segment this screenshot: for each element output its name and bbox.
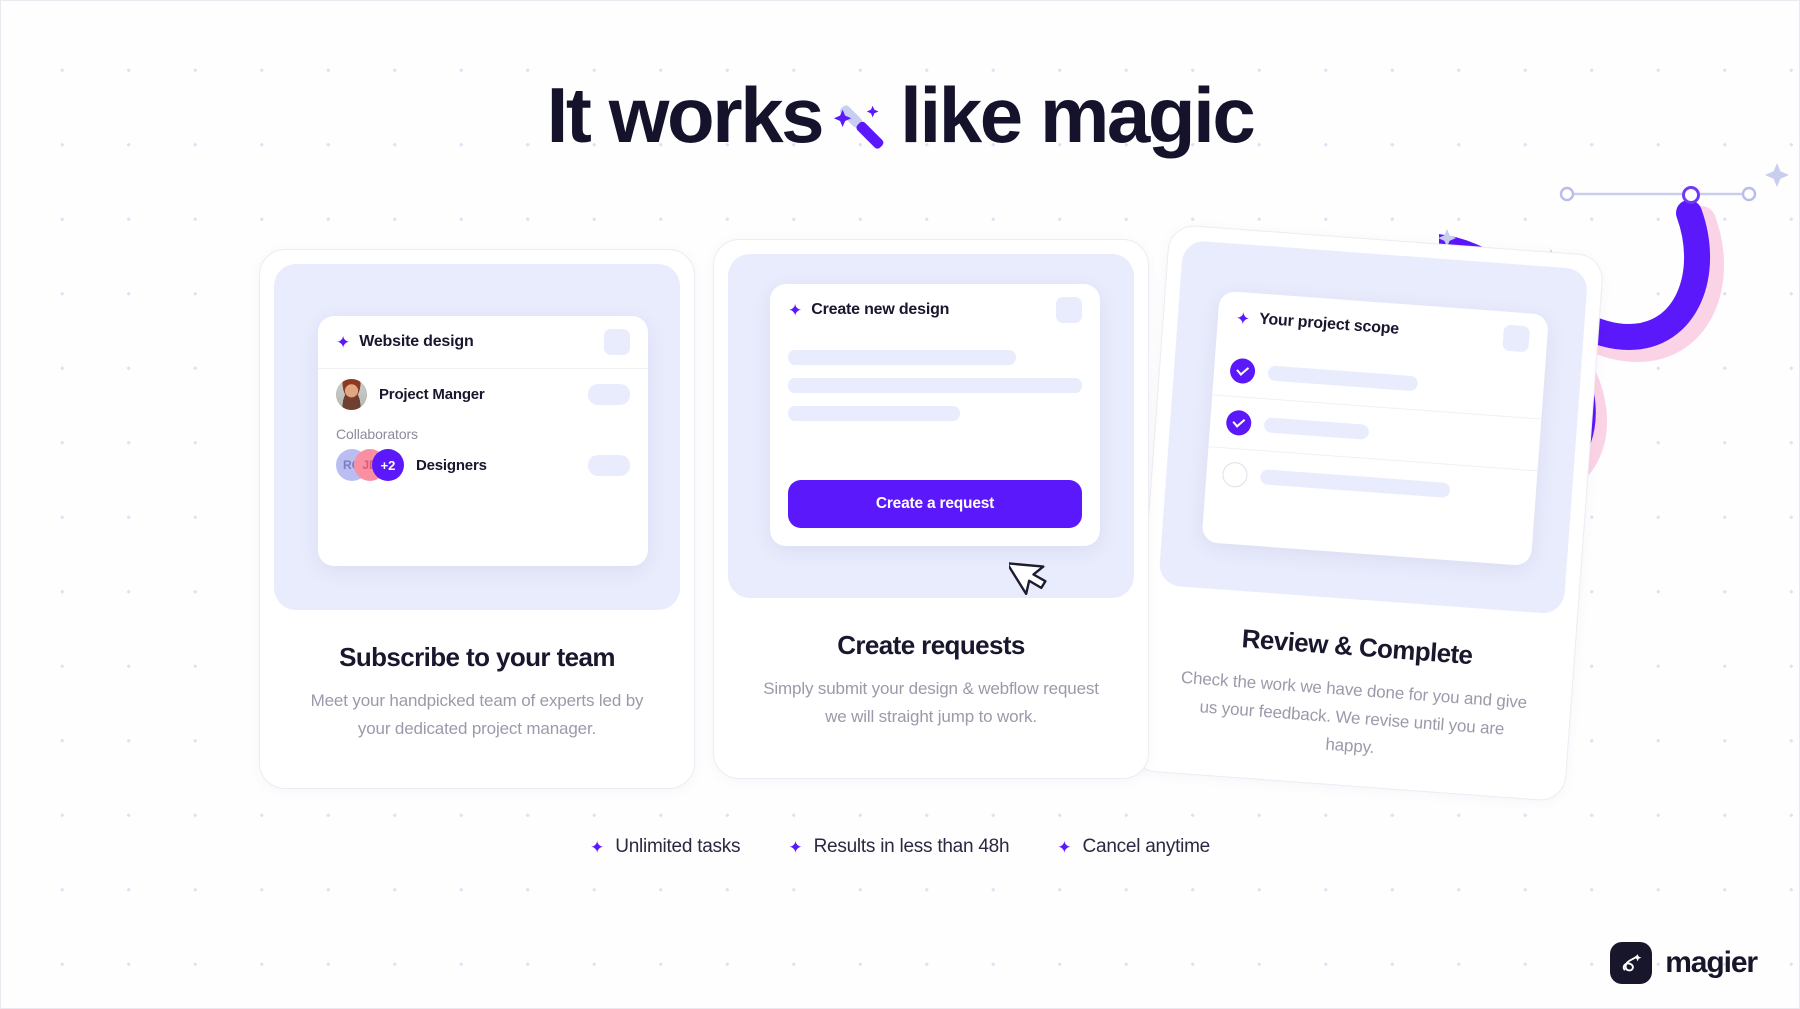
card-description: Meet your handpicked team of experts led…: [310, 691, 644, 739]
checklist-item-bar: [1263, 417, 1370, 440]
collaborators-role: Designers: [416, 456, 487, 474]
avatar: [336, 379, 367, 410]
sparkle-icon: ✦: [1235, 308, 1251, 329]
magier-wand-mark-icon: [1610, 942, 1653, 984]
check-circle-icon[interactable]: [1229, 357, 1256, 384]
headline-before: It works: [546, 71, 825, 159]
card-review-and-complete[interactable]: ✦ Your project scope Review & Complete C…: [1129, 223, 1605, 803]
card-1-illustration-panel: ✦ Website design Project Manger Collabor…: [274, 264, 680, 610]
feature-item-results-48h: ✦ Results in less than 48h: [788, 836, 1009, 858]
card-description: Check the work we have done for you and …: [1180, 667, 1528, 758]
mock-header-chip[interactable]: [1502, 324, 1531, 353]
feature-label: Unlimited tasks: [615, 836, 741, 857]
card-3-illustration-panel: ✦ Your project scope: [1158, 239, 1589, 615]
mock-project-scope-window: ✦ Your project scope: [1201, 290, 1550, 567]
magic-wand-emoji-icon: [830, 89, 892, 151]
mock-person-chip[interactable]: [588, 384, 630, 405]
card-subscribe-to-your-team[interactable]: ✦ Website design Project Manger Collabor…: [259, 249, 695, 789]
mock-create-new-design-window: ✦ Create new design Create a request: [770, 284, 1100, 546]
brand-name: magier: [1665, 946, 1758, 979]
mock-header-chip[interactable]: [604, 329, 630, 355]
skeleton-line: [788, 350, 1016, 365]
checklist-item-bar: [1267, 364, 1419, 391]
empty-circle-icon[interactable]: [1221, 461, 1249, 489]
mock-header-title: Create new design: [811, 301, 950, 318]
sparkle-icon: ✦: [336, 332, 351, 352]
feature-item-cancel-anytime: ✦ Cancel anytime: [1057, 836, 1210, 858]
skeleton-line: [788, 406, 960, 421]
checklist-item-bar: [1259, 469, 1451, 498]
avatar-stack: RO JD +2: [336, 449, 404, 481]
headline-after: like magic: [900, 71, 1256, 159]
card-title: Subscribe to your team: [339, 642, 615, 672]
mock-person-row: Project Manger: [318, 368, 648, 420]
feature-cards-row: ✦ Website design Project Manger Collabor…: [1, 223, 1799, 803]
card-description: Simply submit your design & webflow requ…: [763, 679, 1099, 727]
mock-header-title: Website design: [359, 333, 474, 350]
sparkle-icon: ✦: [589, 837, 605, 857]
mock-header-title: Your project scope: [1258, 310, 1400, 338]
check-circle-icon[interactable]: [1225, 409, 1253, 437]
brand-logo[interactable]: magier: [1610, 942, 1758, 984]
page-title: It works like magic: [1, 71, 1799, 159]
page-root: It works like magic ✦ Website design Pro…: [0, 0, 1800, 1009]
mock-website-design-window: ✦ Website design Project Manger Collabor…: [318, 316, 648, 566]
mock-header-row: ✦ Website design: [318, 316, 648, 368]
card-title: Create requests: [837, 630, 1025, 660]
card-2-illustration-panel: ✦ Create new design Create a request: [728, 254, 1134, 598]
mock-collaborators-chip[interactable]: [588, 454, 630, 476]
card-create-requests[interactable]: ✦ Create new design Create a request Cre…: [713, 239, 1149, 779]
mock-header-chip[interactable]: [1056, 297, 1082, 323]
sparkle-icon: ✦: [1057, 837, 1072, 857]
skeleton-line: [788, 378, 1082, 393]
feature-item-unlimited-tasks: ✦ Unlimited tasks: [589, 836, 741, 858]
mock-header-row: ✦ Create new design: [770, 284, 1100, 336]
mock-person-name: Project Manger: [379, 386, 485, 403]
avatar-overflow-count: +2: [372, 449, 404, 481]
features-list: ✦ Unlimited tasks ✦ Results in less than…: [1, 836, 1799, 858]
sparkle-icon: ✦: [788, 300, 803, 320]
create-a-request-button[interactable]: Create a request: [788, 480, 1082, 528]
feature-label: Cancel anytime: [1082, 836, 1211, 857]
collaborators-label: Collaborators: [336, 426, 418, 442]
mock-collaborators-row: RO JD +2 Designers: [318, 442, 648, 488]
feature-label: Results in less than 48h: [813, 836, 1010, 857]
sparkle-icon: ✦: [788, 837, 803, 857]
